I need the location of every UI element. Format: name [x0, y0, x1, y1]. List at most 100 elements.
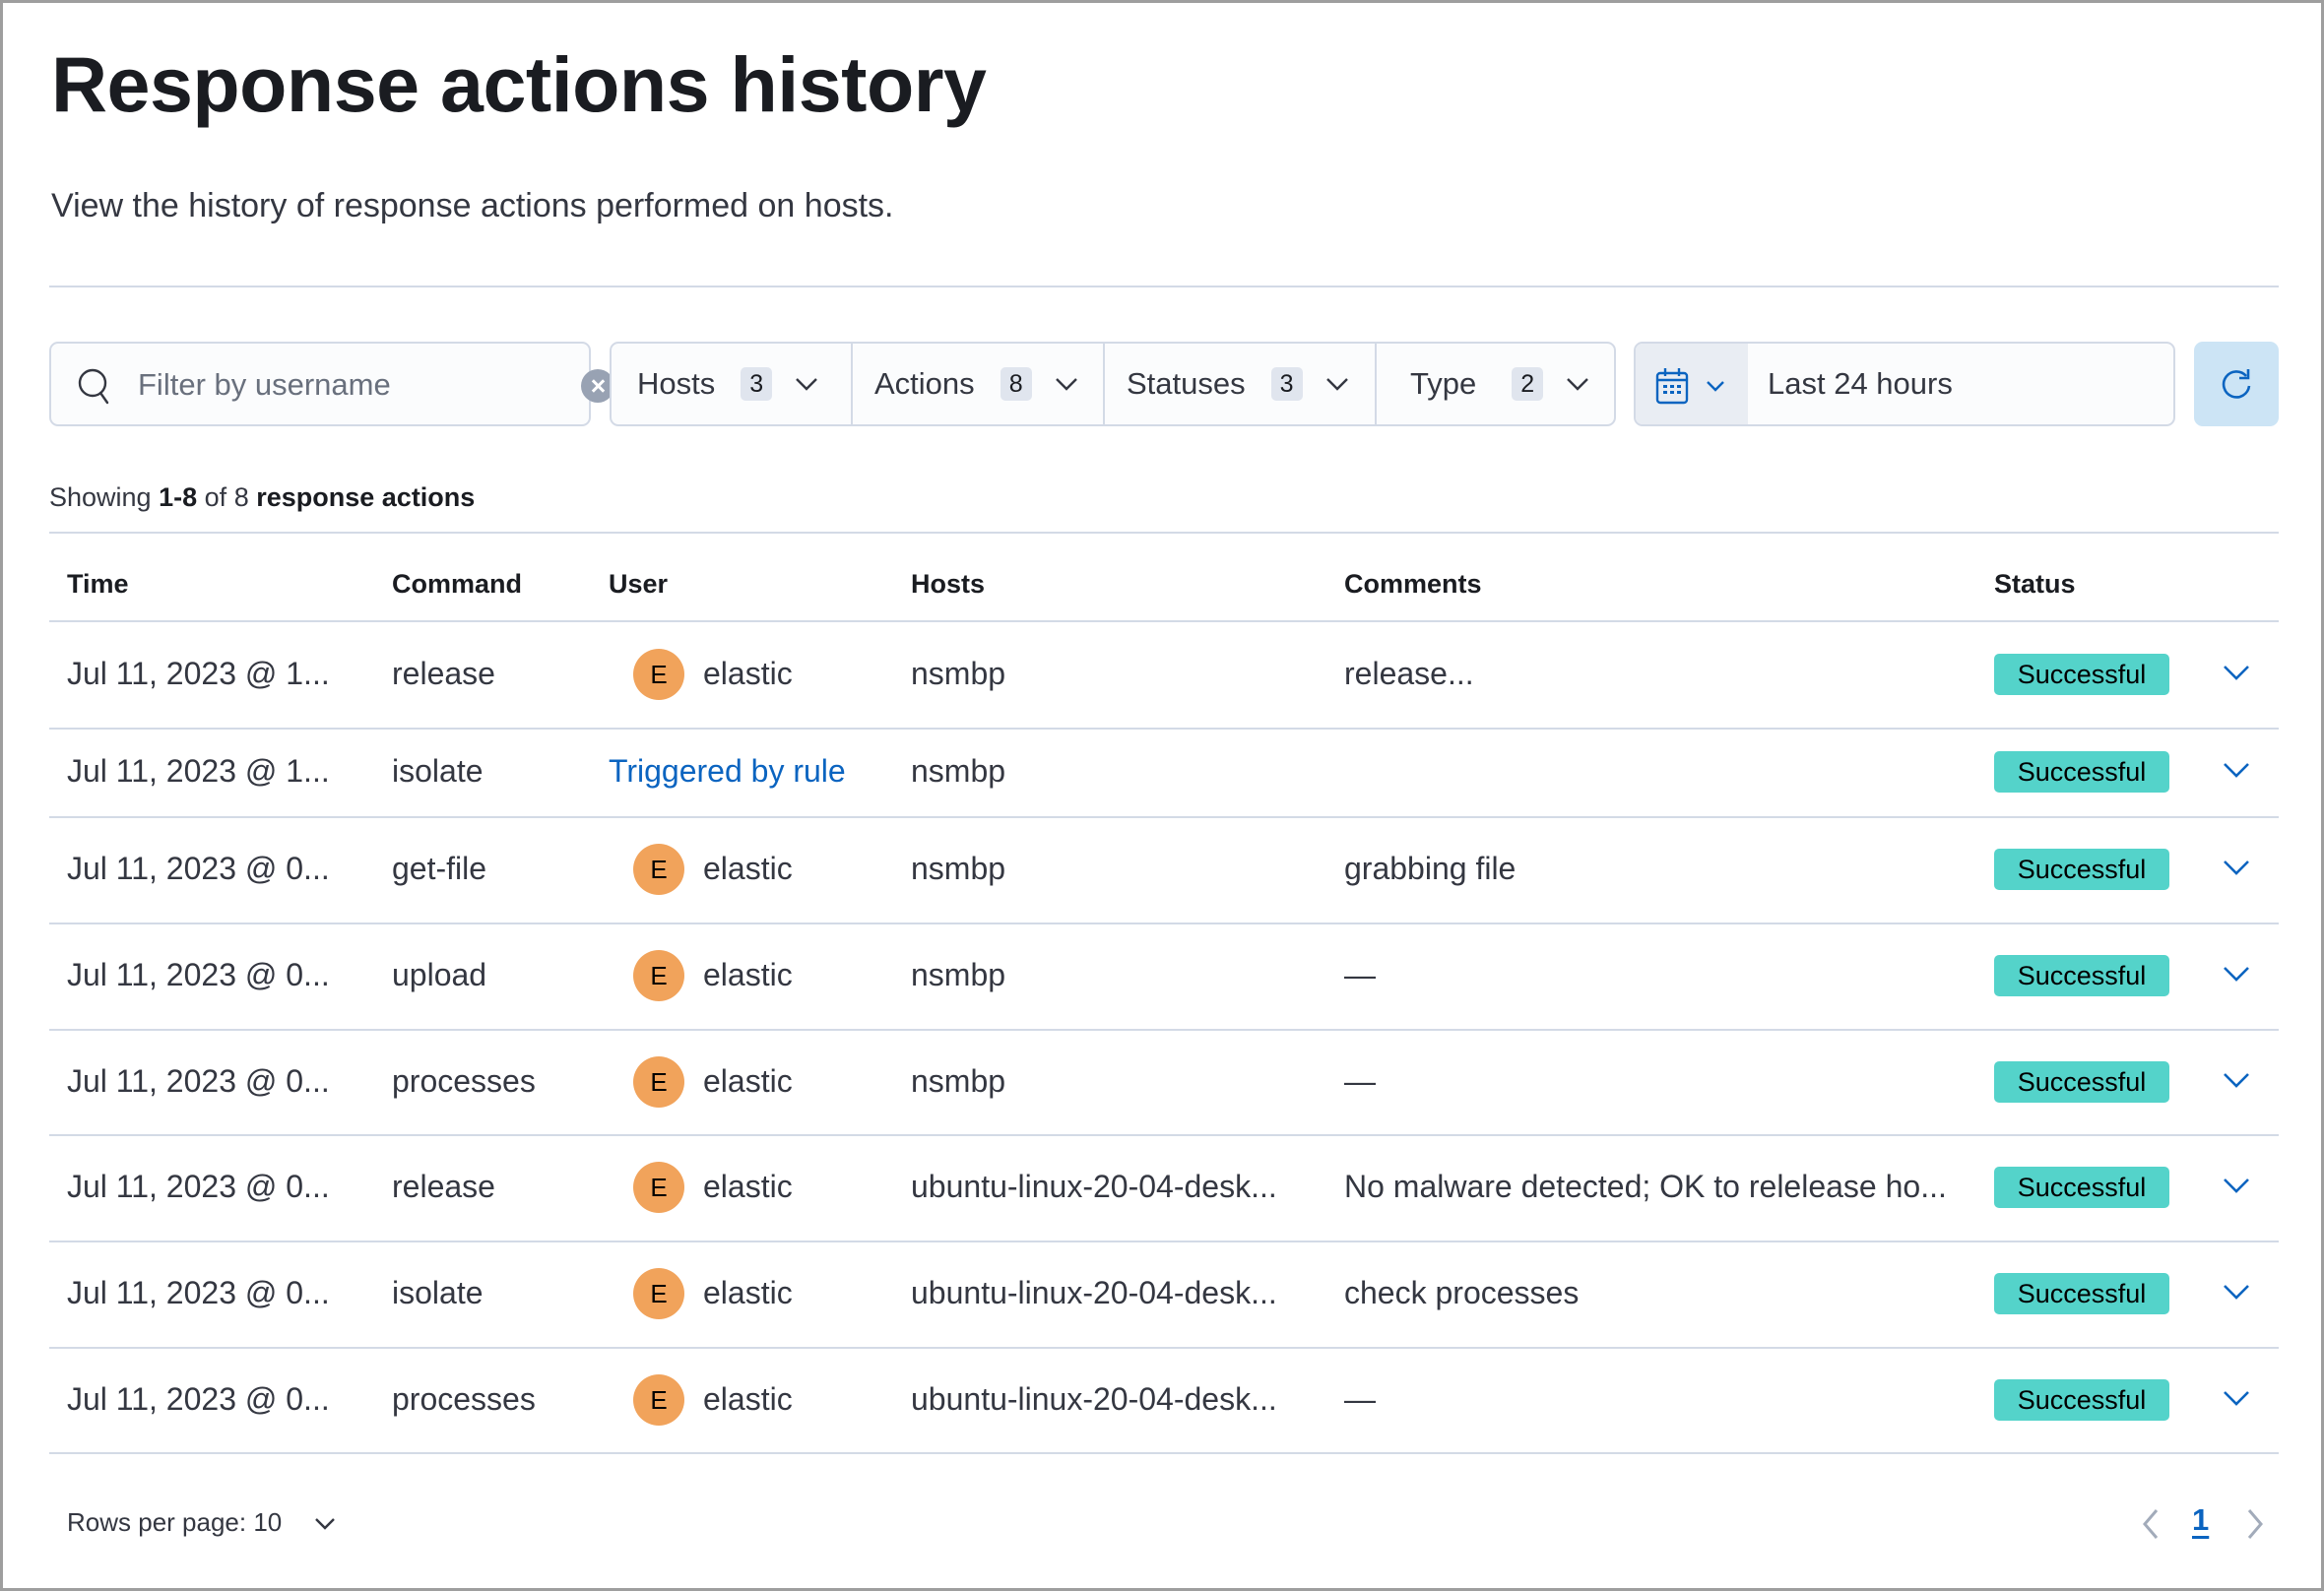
cell-command: upload [392, 957, 487, 992]
status-badge: Successful [1994, 849, 2169, 890]
cell-hosts: ubuntu-linux-20-04-desk... [911, 1169, 1277, 1204]
calendar-icon [1655, 368, 1689, 405]
user-avatar: E [633, 1162, 684, 1213]
cell-hosts: nsmbp [911, 851, 1006, 886]
cell-command: get-file [392, 851, 487, 886]
cell-command: release [392, 1169, 495, 1204]
cell-comments: — [1344, 1062, 1376, 1099]
cell-comments: No malware detected; OK to relelease ho.… [1344, 1169, 1947, 1204]
filter-label: Type [1410, 366, 1477, 401]
expand-row-icon[interactable] [2222, 755, 2251, 785]
user-avatar: E [633, 1268, 684, 1319]
cell-comments: grabbing file [1344, 851, 1517, 886]
summary-total: 8 [233, 482, 249, 512]
expand-row-icon[interactable] [2222, 1277, 2251, 1306]
column-header-command[interactable]: Command [392, 569, 522, 600]
row-divider [49, 1134, 2279, 1136]
column-header-user[interactable]: User [609, 569, 668, 600]
row-divider [49, 816, 2279, 818]
cell-hosts: nsmbp [911, 656, 1006, 691]
refresh-button[interactable] [2194, 342, 2279, 426]
expand-row-icon[interactable] [2222, 853, 2251, 882]
filter-label: Hosts [637, 366, 716, 401]
user-avatar: E [633, 844, 684, 895]
chevron-down-icon [1567, 378, 1589, 391]
status-badge: Successful [1994, 1167, 2169, 1208]
cell-command: processes [392, 1062, 536, 1099]
column-header-hosts[interactable]: Hosts [911, 569, 985, 600]
column-header-status[interactable]: Status [1994, 569, 2076, 600]
column-header-time[interactable]: Time [67, 569, 129, 600]
expand-row-icon[interactable] [2222, 1383, 2251, 1413]
status-badge: Successful [1994, 1273, 2169, 1314]
status-badge: Successful [1994, 654, 2169, 695]
date-picker: Last 24 hours [1634, 342, 2175, 426]
row-divider [49, 728, 2279, 730]
cell-user: elastic [703, 957, 793, 992]
cell-user: elastic [703, 1062, 793, 1099]
triggered-by-rule-link[interactable]: Triggered by rule [609, 753, 846, 790]
cell-command: processes [392, 1380, 536, 1417]
cell-comments: — [1344, 957, 1376, 992]
summary-range: 1-8 [159, 482, 198, 512]
rows-per-page-button[interactable]: Rows per page: 10 [67, 1507, 282, 1538]
arrow-left-icon[interactable] [2139, 1506, 2163, 1542]
expand-row-icon[interactable] [2222, 959, 2251, 988]
cell-user: elastic [703, 1275, 793, 1310]
username-search-field[interactable]: Filter by username [49, 342, 614, 426]
cell-comments: — [1344, 1380, 1376, 1417]
date-range-display[interactable]: Last 24 hours [1768, 366, 1953, 402]
chevron-down-icon [1055, 378, 1077, 391]
chevron-down-icon [1707, 381, 1724, 392]
column-header-comments[interactable]: Comments [1344, 569, 1482, 600]
expand-row-icon[interactable] [2222, 1065, 2251, 1095]
cell-hosts: ubuntu-linux-20-04-desk... [911, 1380, 1277, 1417]
cell-command: release [392, 656, 495, 691]
status-badge: Successful [1994, 1378, 2169, 1421]
cell-command: isolate [392, 1275, 484, 1310]
cell-time: Jul 11, 2023 @ 1... [67, 753, 330, 789]
cell-hosts: nsmbp [911, 957, 1006, 992]
cell-command: isolate [392, 753, 484, 789]
page-1-button[interactable]: 1 [2192, 1502, 2209, 1538]
row-divider [49, 1347, 2279, 1349]
page-title: Response actions history [51, 40, 987, 128]
cell-user: elastic [703, 656, 793, 691]
chevron-down-icon[interactable] [313, 1511, 337, 1535]
status-badge: Successful [1994, 1060, 2169, 1103]
row-divider [49, 1452, 2279, 1454]
cell-comments: release... [1344, 656, 1474, 691]
summary-of: of [204, 482, 227, 512]
page-subtitle: View the history of response actions per… [51, 187, 894, 224]
filter-count-badge: 8 [1000, 367, 1032, 401]
window-frame [0, 0, 2324, 1591]
filter-count-badge: 3 [1270, 367, 1303, 401]
filter-group: Hosts 3 Actions 8 Statuses 3 Type 2 [610, 342, 1616, 426]
summary-divider [49, 532, 2279, 534]
cell-time: Jul 11, 2023 @ 0... [67, 1380, 330, 1417]
quick-select-button[interactable] [1636, 344, 1748, 424]
chevron-down-icon [1325, 378, 1348, 391]
cell-hosts: nsmbp [911, 753, 1006, 789]
filter-label: Statuses [1127, 366, 1246, 401]
filter-type-button[interactable]: Type 2 [1377, 344, 1614, 424]
cell-time: Jul 11, 2023 @ 0... [67, 1169, 330, 1204]
user-avatar: E [633, 950, 684, 1001]
status-badge: Successful [1994, 955, 2169, 996]
expand-row-icon[interactable] [2222, 1171, 2251, 1200]
filter-statuses-button[interactable]: Statuses 3 [1105, 344, 1377, 424]
cell-time: Jul 11, 2023 @ 1... [67, 656, 330, 691]
magnifier-icon [78, 368, 109, 405]
cell-user: elastic [703, 851, 793, 886]
filter-hosts-button[interactable]: Hosts 3 [612, 344, 853, 424]
row-divider [49, 1241, 2279, 1242]
cell-hosts: nsmbp [911, 1062, 1006, 1099]
cell-time: Jul 11, 2023 @ 0... [67, 851, 330, 886]
arrow-right-icon[interactable] [2243, 1506, 2267, 1542]
search-placeholder: Filter by username [138, 367, 391, 402]
expand-row-icon[interactable] [2222, 658, 2251, 687]
filter-actions-button[interactable]: Actions 8 [853, 344, 1105, 424]
summary-prefix: Showing [49, 482, 152, 512]
status-badge: Successful [1994, 751, 2169, 793]
filter-count-badge: 3 [741, 367, 773, 401]
